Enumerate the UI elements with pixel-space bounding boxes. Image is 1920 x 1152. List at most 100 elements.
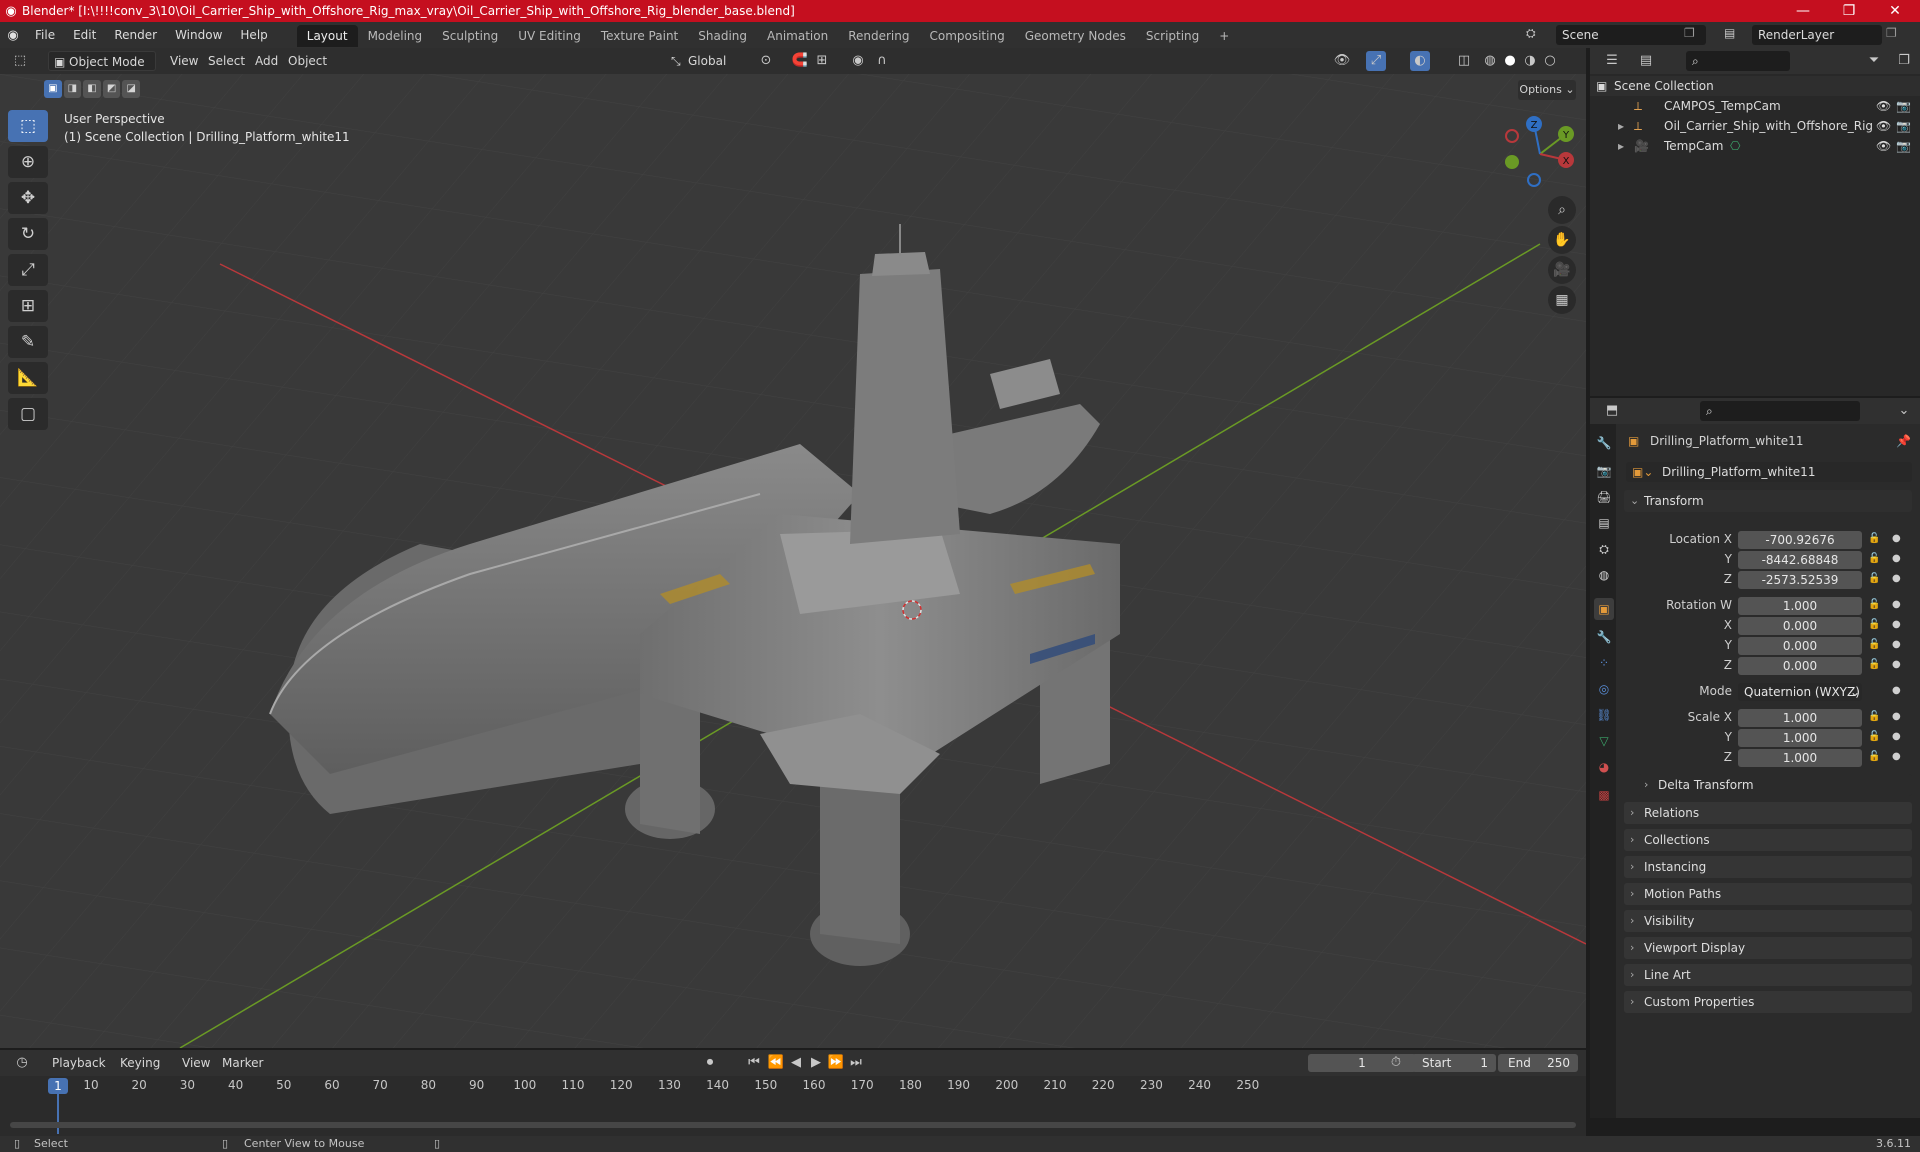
- pan-hand-icon[interactable]: ✋: [1548, 226, 1576, 254]
- move-tool-icon[interactable]: ✥: [8, 182, 48, 214]
- line-art-panel-header[interactable]: › Line Art: [1624, 964, 1912, 986]
- expand-arrow-icon[interactable]: ▸: [1618, 116, 1624, 136]
- relations-panel-header[interactable]: › Relations: [1624, 802, 1912, 824]
- lock-icon[interactable]: 🔓: [1868, 619, 1880, 630]
- new-view-layer-icon[interactable]: ❐: [1886, 26, 1897, 40]
- playhead[interactable]: 1: [48, 1078, 68, 1094]
- keyframe-dot-icon[interactable]: ●: [1892, 751, 1901, 762]
- camera-data-icon[interactable]: ⎔: [1730, 136, 1740, 156]
- tab-geometry-nodes[interactable]: Geometry Nodes: [1015, 25, 1136, 47]
- timeline-menu-marker[interactable]: Marker: [216, 1053, 269, 1073]
- tab-animation[interactable]: Animation: [757, 25, 838, 47]
- tab-scripting[interactable]: Scripting: [1136, 25, 1209, 47]
- tab-uv-editing[interactable]: UV Editing: [508, 25, 591, 47]
- motion-paths-panel-header[interactable]: › Motion Paths: [1624, 883, 1912, 905]
- properties-options-icon[interactable]: ⌄: [1894, 401, 1914, 421]
- menu-edit[interactable]: Edit: [64, 22, 105, 48]
- keyframe-dot-icon[interactable]: ●: [1892, 639, 1901, 650]
- rotation-y-field[interactable]: 0.000: [1738, 637, 1862, 655]
- data-tab-icon[interactable]: ▽: [1594, 730, 1614, 752]
- keyframe-dot-icon[interactable]: ●: [1892, 619, 1901, 630]
- timeline-menu-view[interactable]: View: [176, 1053, 216, 1073]
- camera-render-icon[interactable]: 📷: [1896, 116, 1911, 136]
- scale-y-field[interactable]: 1.000: [1738, 729, 1862, 747]
- editor-type-icon[interactable]: ⬚: [10, 51, 30, 71]
- 3d-viewport[interactable]: ▣ ◨ ◧ ◩ ◪ Options ⌄ User Perspective (1)…: [0, 74, 1586, 1048]
- material-shading-icon[interactable]: ◑: [1520, 51, 1540, 71]
- zoom-icon[interactable]: ⌕: [1548, 196, 1576, 224]
- rotation-mode-select[interactable]: Quaternion (WXYZ) ⌄: [1738, 683, 1862, 701]
- gizmo-toggle-icon[interactable]: ⤢: [1366, 51, 1386, 71]
- new-collection-icon[interactable]: ❐: [1894, 51, 1914, 71]
- add-workspace-button[interactable]: +: [1209, 25, 1239, 47]
- transform-panel-header[interactable]: ⌄ Transform: [1624, 490, 1912, 512]
- outliner-item-tempcam[interactable]: ▸ 🎥 TempCam ⎔ 👁 📷: [1590, 136, 1920, 156]
- timeline-scrollbar[interactable]: [10, 1122, 1576, 1128]
- render-tab-icon[interactable]: 📷: [1594, 460, 1614, 482]
- lock-icon[interactable]: 🔓: [1868, 599, 1880, 610]
- lock-icon[interactable]: 🔓: [1868, 573, 1880, 584]
- scale-z-field[interactable]: 1.000: [1738, 749, 1862, 767]
- gizmo-neg-y-icon[interactable]: [1505, 155, 1519, 169]
- expand-arrow-icon[interactable]: ▸: [1618, 136, 1624, 156]
- camera-view-icon[interactable]: 🎥: [1548, 256, 1576, 284]
- rotation-x-field[interactable]: 0.000: [1738, 617, 1862, 635]
- select-new-icon[interactable]: ▣: [44, 80, 62, 98]
- tab-modeling[interactable]: Modeling: [358, 25, 433, 47]
- object-datablock-field[interactable]: ▣⌄ Drilling_Platform_white11: [1626, 462, 1912, 482]
- display-mode-icon[interactable]: ▤: [1636, 51, 1656, 71]
- record-icon[interactable]: ⏺: [700, 1053, 720, 1073]
- falloff-icon[interactable]: ∩: [872, 51, 892, 71]
- maximize-button[interactable]: ❐: [1826, 0, 1872, 22]
- rendered-shading-icon[interactable]: ○: [1540, 51, 1560, 71]
- select-box-tool-icon[interactable]: ⬚: [8, 110, 48, 142]
- transform-tool-icon[interactable]: ⊞: [8, 290, 48, 322]
- tab-texture-paint[interactable]: Texture Paint: [591, 25, 688, 47]
- eye-icon[interactable]: 👁: [1876, 116, 1891, 136]
- next-keyframe-icon[interactable]: ⏩: [826, 1053, 846, 1073]
- lock-icon[interactable]: 🔓: [1868, 751, 1880, 762]
- snap-icon[interactable]: 🧲: [790, 51, 810, 71]
- rotation-w-field[interactable]: 1.000: [1738, 597, 1862, 615]
- outliner-scene-collection[interactable]: ▣ Scene Collection: [1590, 76, 1920, 96]
- outliner-search-input[interactable]: ⌕: [1686, 51, 1790, 71]
- jump-end-icon[interactable]: ⏭: [846, 1053, 866, 1073]
- viewport-menu-view[interactable]: View: [164, 51, 204, 71]
- keyframe-dot-icon[interactable]: ●: [1892, 659, 1901, 670]
- xray-icon[interactable]: ◫: [1454, 51, 1474, 71]
- view-layer-tab-icon[interactable]: ▤: [1594, 512, 1614, 534]
- lock-icon[interactable]: 🔓: [1868, 533, 1880, 544]
- solid-shading-icon[interactable]: ●: [1500, 51, 1520, 71]
- visibility-panel-header[interactable]: › Visibility: [1624, 910, 1912, 932]
- eye-icon[interactable]: 👁: [1876, 136, 1891, 156]
- tab-shading[interactable]: Shading: [688, 25, 757, 47]
- delta-transform-header[interactable]: › Delta Transform: [1638, 774, 1912, 796]
- keyframe-dot-icon[interactable]: ●: [1892, 685, 1901, 696]
- modifier-tab-icon[interactable]: 🔧: [1594, 626, 1614, 648]
- gizmo-neg-z-icon[interactable]: [1527, 173, 1541, 187]
- pin-icon[interactable]: 📌: [1896, 434, 1911, 448]
- keyframe-dot-icon[interactable]: ●: [1892, 711, 1901, 722]
- add-cube-tool-icon[interactable]: ▢: [8, 398, 48, 430]
- pivot-icon[interactable]: ⊙: [756, 51, 776, 71]
- navigation-gizmo[interactable]: Y Z X: [1500, 114, 1580, 194]
- scale-x-field[interactable]: 1.000: [1738, 709, 1862, 727]
- lock-icon[interactable]: 🔓: [1868, 639, 1880, 650]
- mode-selector[interactable]: ▣ Object Mode: [48, 51, 156, 71]
- scale-tool-icon[interactable]: ⤢: [8, 254, 48, 286]
- play-icon[interactable]: ▶: [806, 1053, 826, 1073]
- keyframe-dot-icon[interactable]: ●: [1892, 599, 1901, 610]
- select-extend-icon[interactable]: ◨: [63, 80, 82, 98]
- world-tab-icon[interactable]: ◍: [1594, 564, 1614, 586]
- lock-icon[interactable]: 🔓: [1868, 711, 1880, 722]
- orientation-selector[interactable]: ⤡ Global: [668, 51, 748, 71]
- tool-tab-icon[interactable]: 🔧: [1594, 432, 1614, 454]
- tab-compositing[interactable]: Compositing: [919, 25, 1014, 47]
- timeline-menu-playback[interactable]: Playback: [46, 1053, 112, 1073]
- snap-target-icon[interactable]: ⊞: [812, 51, 832, 71]
- proportional-edit-icon[interactable]: ◉: [848, 51, 868, 71]
- outliner-item-campos-tempcam[interactable]: ⟂ CAMPOS_TempCam 👁 📷: [1590, 96, 1920, 116]
- tab-rendering[interactable]: Rendering: [838, 25, 919, 47]
- cursor-tool-icon[interactable]: ⊕: [8, 146, 48, 178]
- location-x-field[interactable]: -700.92676: [1738, 531, 1862, 549]
